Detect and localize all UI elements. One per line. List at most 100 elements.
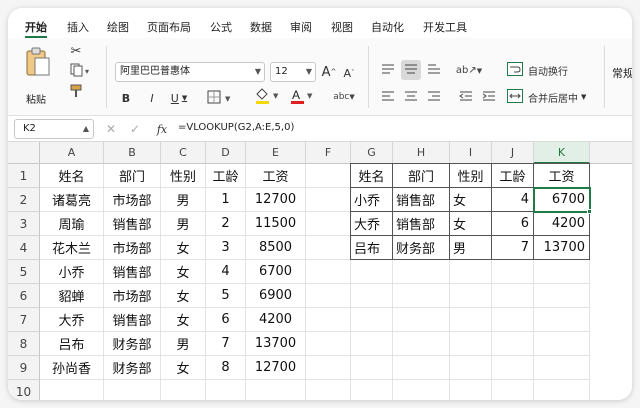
column-header-g[interactable]: G xyxy=(351,142,393,164)
cell-d2[interactable]: 1 xyxy=(206,188,246,212)
borders-button[interactable]: ▼ xyxy=(206,89,236,107)
tab-insert[interactable]: 插入 xyxy=(67,19,89,35)
spreadsheet-grid[interactable]: A B C D E F G H I J K 1 2 3 4 5 6 7 8 9 10 姓名 部门 性别 工龄 工资 姓名 部门 性别 工龄… xyxy=(8,142,632,400)
cell-i6[interactable] xyxy=(450,284,492,308)
cell-a3[interactable]: 周瑜 xyxy=(40,212,104,236)
cell-i10[interactable] xyxy=(450,380,492,400)
increase-font-button[interactable]: A ^ xyxy=(320,62,338,82)
cell-h5[interactable] xyxy=(393,260,450,284)
column-header-f[interactable]: F xyxy=(306,142,351,164)
cell-g5[interactable] xyxy=(351,260,393,284)
cell-g4[interactable]: 吕布 xyxy=(351,236,393,260)
font-size-select[interactable]: 12 ▼ xyxy=(270,62,316,82)
merge-center-button[interactable]: 合并后居中 ▼ xyxy=(507,87,597,107)
cell-f2[interactable] xyxy=(306,188,351,212)
cell-j3[interactable]: 6 xyxy=(492,212,534,236)
cell-g8[interactable] xyxy=(351,332,393,356)
cell-e7[interactable]: 4200 xyxy=(246,308,306,332)
cell-h8[interactable] xyxy=(393,332,450,356)
cell-e8[interactable]: 13700 xyxy=(246,332,306,356)
confirm-formula-icon[interactable]: ✓ xyxy=(128,121,142,137)
phonetic-button[interactable]: abc▼ xyxy=(330,87,358,107)
cell-e1[interactable]: 工资 xyxy=(246,164,306,188)
align-top-button[interactable] xyxy=(378,60,398,80)
cell-k5[interactable] xyxy=(534,260,590,284)
cell-d6[interactable]: 5 xyxy=(206,284,246,308)
cell-d8[interactable]: 7 xyxy=(206,332,246,356)
cell-k6[interactable] xyxy=(534,284,590,308)
cell-a10[interactable] xyxy=(40,380,104,400)
cell-j9[interactable] xyxy=(492,356,534,380)
cell-b7[interactable]: 销售部 xyxy=(104,308,161,332)
cell-j4[interactable]: 7 xyxy=(492,236,534,260)
cell-a5[interactable]: 小乔 xyxy=(40,260,104,284)
cell-h6[interactable] xyxy=(393,284,450,308)
cell-i4[interactable]: 男 xyxy=(450,236,492,260)
cell-e10[interactable] xyxy=(246,380,306,400)
cell-c4[interactable]: 女 xyxy=(161,236,206,260)
cell-f6[interactable] xyxy=(306,284,351,308)
cell-f4[interactable] xyxy=(306,236,351,260)
cell-e2[interactable]: 12700 xyxy=(246,188,306,212)
italic-button[interactable]: I xyxy=(144,89,160,107)
cell-g9[interactable] xyxy=(351,356,393,380)
column-header-k[interactable]: K xyxy=(534,142,590,164)
cell-k10[interactable] xyxy=(534,380,590,400)
wrap-text-button[interactable]: 自动换行 xyxy=(507,60,589,80)
cell-d9[interactable]: 8 xyxy=(206,356,246,380)
select-all-corner[interactable] xyxy=(8,142,40,164)
cut-button[interactable]: ✂ xyxy=(68,43,84,59)
cell-f3[interactable] xyxy=(306,212,351,236)
cell-k7[interactable] xyxy=(534,308,590,332)
cell-i7[interactable] xyxy=(450,308,492,332)
name-box[interactable]: K2 ▲ xyxy=(14,119,94,139)
format-painter-button[interactable] xyxy=(68,84,84,100)
cell-k2[interactable]: 6700 xyxy=(534,188,590,212)
tab-review[interactable]: 审阅 xyxy=(290,19,312,35)
cell-c3[interactable]: 男 xyxy=(161,212,206,236)
cell-k9[interactable] xyxy=(534,356,590,380)
tab-formulas[interactable]: 公式 xyxy=(210,19,232,35)
underline-button[interactable]: U ▼ xyxy=(166,89,192,107)
cell-f7[interactable] xyxy=(306,308,351,332)
cell-h4[interactable]: 财务部 xyxy=(393,236,450,260)
decrease-indent-button[interactable] xyxy=(456,87,476,107)
tab-automate[interactable]: 自动化 xyxy=(371,19,404,35)
cell-k1[interactable]: 工资 xyxy=(534,164,590,188)
cell-h3[interactable]: 销售部 xyxy=(393,212,450,236)
align-middle-button[interactable] xyxy=(401,60,421,80)
cell-g3[interactable]: 大乔 xyxy=(351,212,393,236)
fill-handle[interactable] xyxy=(587,209,592,214)
cell-j5[interactable] xyxy=(492,260,534,284)
orientation-button[interactable]: ab↗▼ xyxy=(456,60,482,80)
cell-a6[interactable]: 貂蝉 xyxy=(40,284,104,308)
font-name-select[interactable]: 阿里巴巴普惠体 ▼ xyxy=(115,62,265,82)
fill-color-button[interactable]: ▼ xyxy=(253,87,285,107)
cell-e5[interactable]: 6700 xyxy=(246,260,306,284)
row-header-1[interactable]: 1 xyxy=(8,164,40,188)
cell-c7[interactable]: 女 xyxy=(161,308,206,332)
align-right-button[interactable] xyxy=(424,87,444,107)
tab-developer[interactable]: 开发工具 xyxy=(423,19,467,35)
bold-button[interactable]: B xyxy=(118,89,134,107)
cell-e6[interactable]: 6900 xyxy=(246,284,306,308)
cell-a4[interactable]: 花木兰 xyxy=(40,236,104,260)
row-header-8[interactable]: 8 xyxy=(8,332,40,356)
cell-i5[interactable] xyxy=(450,260,492,284)
copy-button[interactable]: ▾ xyxy=(68,63,96,79)
cell-b2[interactable]: 市场部 xyxy=(104,188,161,212)
cell-c2[interactable]: 男 xyxy=(161,188,206,212)
align-bottom-button[interactable] xyxy=(424,60,444,80)
cancel-formula-icon[interactable]: ✕ xyxy=(104,121,118,137)
cell-k4[interactable]: 13700 xyxy=(534,236,590,260)
cell-j10[interactable] xyxy=(492,380,534,400)
cell-i9[interactable] xyxy=(450,356,492,380)
cell-d10[interactable] xyxy=(206,380,246,400)
cell-d3[interactable]: 2 xyxy=(206,212,246,236)
cell-c1[interactable]: 性别 xyxy=(161,164,206,188)
column-header-d[interactable]: D xyxy=(206,142,246,164)
row-header-5[interactable]: 5 xyxy=(8,260,40,284)
column-header-h[interactable]: H xyxy=(393,142,450,164)
tab-draw[interactable]: 绘图 xyxy=(107,19,129,35)
cell-b10[interactable] xyxy=(104,380,161,400)
